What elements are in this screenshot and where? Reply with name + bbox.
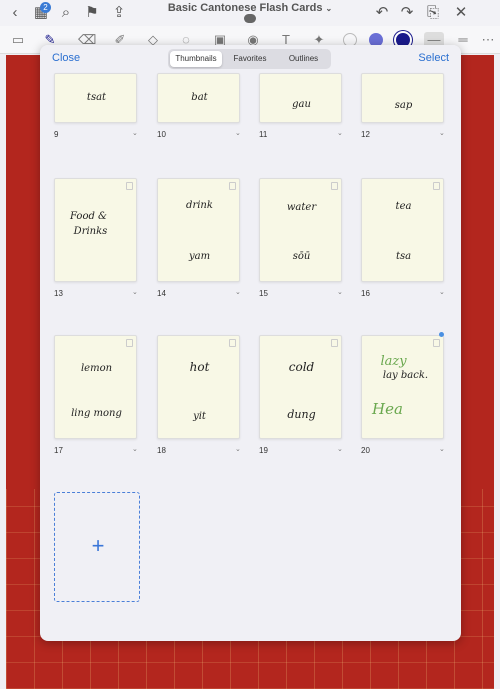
handwriting-bottom: dung: [287, 408, 316, 421]
page-options-chevron-icon[interactable]: ⌄: [235, 288, 241, 296]
page-options-chevron-icon[interactable]: ⌄: [235, 445, 241, 453]
page-options-chevron-icon[interactable]: ⌄: [439, 288, 445, 296]
view-segmented-control: Thumbnails Favorites Outlines: [168, 49, 331, 69]
share-icon[interactable]: ⇪: [110, 4, 128, 22]
page-number: 15: [259, 289, 268, 298]
select-button[interactable]: Select: [418, 52, 449, 64]
export-icon[interactable]: ⎘: [424, 4, 442, 22]
favorite-checkbox-icon[interactable]: [229, 182, 236, 190]
page-thumbnail-18[interactable]: hot yit: [157, 335, 240, 439]
page-number: 12: [361, 130, 370, 139]
handwriting-top: lemon: [80, 363, 113, 374]
page-thumbnail-10[interactable]: bat: [157, 73, 240, 123]
notification-badge: 2: [40, 2, 51, 13]
page-options-chevron-icon[interactable]: ⌄: [337, 445, 343, 453]
page-number: 16: [361, 289, 370, 298]
handwriting-top-line-2: lay back.: [382, 370, 429, 381]
handwriting-bottom: sōū: [292, 251, 311, 262]
favorite-checkbox-icon[interactable]: [331, 182, 338, 190]
page-number: 19: [259, 446, 268, 455]
page-options-chevron-icon[interactable]: ⌄: [337, 288, 343, 296]
close-button[interactable]: Close: [52, 52, 80, 64]
current-page-dot: [439, 332, 444, 337]
page-thumbnail-11[interactable]: gau: [259, 73, 342, 123]
page-number: 9: [54, 130, 59, 139]
page-number: 14: [157, 289, 166, 298]
page-options-chevron-icon[interactable]: ⌄: [235, 129, 241, 137]
page-options-chevron-icon[interactable]: ⌄: [132, 129, 138, 137]
favorite-checkbox-icon[interactable]: [229, 339, 236, 347]
handwriting-top: drink: [186, 200, 213, 211]
page-number: 13: [54, 289, 63, 298]
page-number: 17: [54, 446, 63, 455]
cloud-sync-icon: [244, 14, 256, 23]
back-icon[interactable]: ‹: [6, 4, 24, 22]
app-bar: ‹ ▦ 2 ⌕ ⚑ ⇪ Basic Cantonese Flash Cards ⌄…: [0, 0, 500, 26]
chevron-down-icon: ⌄: [325, 4, 333, 13]
tab-outlines[interactable]: Outlines: [278, 51, 329, 67]
close-icon[interactable]: ✕: [452, 4, 470, 22]
add-page-button[interactable]: +: [54, 492, 140, 602]
page-number: 18: [157, 446, 166, 455]
page-number: 10: [157, 130, 166, 139]
page-options-chevron-icon[interactable]: ⌄: [439, 445, 445, 453]
bookmark-icon[interactable]: ⚑: [83, 4, 101, 22]
page-options-chevron-icon[interactable]: ⌄: [132, 288, 138, 296]
tab-favorites[interactable]: Favorites: [224, 51, 276, 67]
page-options-chevron-icon[interactable]: ⌄: [337, 129, 343, 137]
handwriting-top: Food &: [70, 211, 107, 222]
handwriting-top: tea: [395, 201, 412, 212]
handwriting-bottom: yit: [193, 411, 206, 422]
redo-icon[interactable]: ↷: [398, 4, 416, 22]
page-navigator-modal: Close Thumbnails Favorites Outlines Sele…: [40, 45, 461, 641]
handwriting-top: sap: [394, 100, 413, 111]
document-title[interactable]: Basic Cantonese Flash Cards ⌄: [150, 2, 350, 14]
page-thumbnail-13[interactable]: Food & Drinks: [54, 178, 137, 282]
page-number: 11: [259, 130, 268, 139]
more-icon[interactable]: ⋯: [480, 32, 496, 48]
handwriting-top: cold: [288, 360, 315, 374]
handwriting-top: gau: [292, 99, 311, 110]
page-thumbnail-20[interactable]: lazy lay back. Hea: [361, 335, 444, 439]
modal-header: Close Thumbnails Favorites Outlines Sele…: [40, 45, 461, 73]
favorite-checkbox-icon[interactable]: [433, 339, 440, 347]
page-thumbnail-15[interactable]: water sōū: [259, 178, 342, 282]
undo-icon[interactable]: ↶: [373, 4, 391, 22]
handwriting-top: tsat: [86, 92, 107, 103]
handwriting-bottom: yam: [188, 251, 211, 262]
page-thumbnail-12[interactable]: sap: [361, 73, 444, 123]
tab-thumbnails[interactable]: Thumbnails: [170, 51, 222, 67]
favorite-checkbox-icon[interactable]: [126, 339, 133, 347]
favorite-checkbox-icon[interactable]: [126, 182, 133, 190]
handwriting-bottom: tsa: [395, 251, 412, 262]
page-thumbnail-14[interactable]: drink yam: [157, 178, 240, 282]
page-thumbnail-19[interactable]: cold dung: [259, 335, 342, 439]
search-icon[interactable]: ⌕: [57, 4, 75, 22]
handwriting-bottom: ling mong: [71, 408, 122, 419]
read-mode-icon[interactable]: ▭: [10, 32, 26, 48]
plus-icon: +: [91, 533, 105, 558]
handwriting-top: hot: [189, 360, 210, 374]
page-options-chevron-icon[interactable]: ⌄: [439, 129, 445, 137]
favorite-checkbox-icon[interactable]: [433, 182, 440, 190]
handwriting-top: water: [286, 202, 317, 213]
handwriting-bottom: Hea: [372, 400, 403, 418]
handwriting-top: lazy: [380, 354, 407, 369]
favorite-checkbox-icon[interactable]: [331, 339, 338, 347]
handwriting-bottom: Drinks: [73, 226, 108, 237]
page-thumbnail-16[interactable]: tea tsa: [361, 178, 444, 282]
handwriting-top: bat: [191, 92, 208, 103]
page-thumbnail-17[interactable]: lemon ling mong: [54, 335, 137, 439]
page-number: 20: [361, 446, 370, 455]
page-options-chevron-icon[interactable]: ⌄: [132, 445, 138, 453]
page-thumbnail-9[interactable]: tsat: [54, 73, 137, 123]
